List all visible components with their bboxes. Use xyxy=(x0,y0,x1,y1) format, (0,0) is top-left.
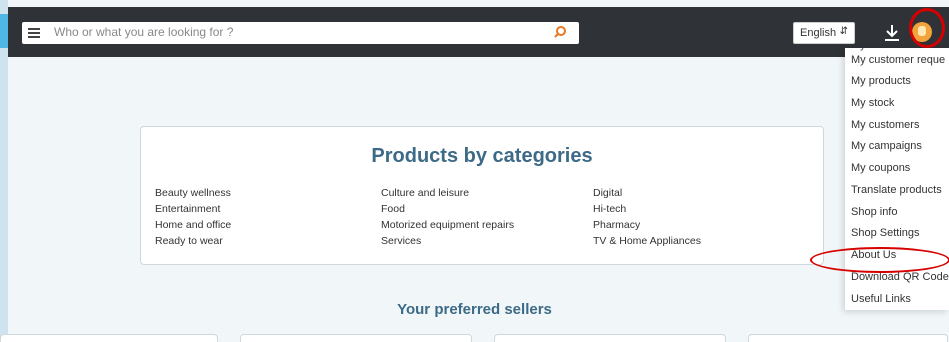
menu-item-translate-products[interactable]: Translate products xyxy=(851,183,942,197)
left-edge-strip xyxy=(0,0,8,342)
category-link[interactable]: Home and office xyxy=(155,217,355,233)
category-link[interactable]: Digital xyxy=(593,185,793,201)
menu-item-my-stock[interactable]: My stock xyxy=(851,96,894,110)
menu-item-my-products[interactable]: My products xyxy=(851,74,911,88)
seller-card[interactable] xyxy=(494,334,726,342)
search-input[interactable]: Who or what you are looking for ? xyxy=(54,25,233,39)
menu-item-my-campaigns[interactable]: My campaigns xyxy=(851,139,922,153)
category-link[interactable]: Ready to wear xyxy=(155,233,355,249)
seller-card[interactable] xyxy=(0,334,218,342)
menu-item-customer-requests[interactable]: My customer reque xyxy=(851,53,945,67)
category-link[interactable]: Entertainment xyxy=(155,201,355,217)
menu-item-shop-settings[interactable]: Shop Settings xyxy=(851,226,920,240)
category-link[interactable]: Services xyxy=(381,233,581,249)
logo-sliver[interactable] xyxy=(0,14,8,48)
category-link[interactable]: Pharmacy xyxy=(593,217,793,233)
language-selected-value: English xyxy=(800,27,837,39)
seller-card[interactable] xyxy=(240,334,472,342)
menu-item-useful-links[interactable]: Useful Links xyxy=(851,292,911,306)
avatar-highlight-circle xyxy=(909,8,945,48)
seller-card[interactable] xyxy=(748,334,948,342)
menu-item-my-coupons[interactable]: My coupons xyxy=(851,161,910,175)
category-link[interactable]: Beauty wellness xyxy=(155,185,355,201)
category-link[interactable]: Culture and leisure xyxy=(381,185,581,201)
category-link[interactable]: Hi-tech xyxy=(593,201,793,217)
hamburger-menu-icon[interactable] xyxy=(26,26,42,40)
menu-item-my-customers[interactable]: My customers xyxy=(851,118,919,132)
category-link[interactable]: Food xyxy=(381,201,581,217)
search-bar: Who or what you are looking for ? xyxy=(22,22,579,44)
top-navigation-bar: Who or what you are looking for ? Englis… xyxy=(8,7,949,57)
categories-title: Products by categories xyxy=(371,145,593,167)
language-select[interactable]: English ⇵ xyxy=(793,22,855,44)
categories-card: Products by categories Beauty wellness E… xyxy=(140,126,824,265)
download-icon[interactable] xyxy=(884,24,900,42)
shop-settings-highlight-circle xyxy=(810,247,949,273)
select-arrows-icon: ⇵ xyxy=(839,26,848,37)
category-link[interactable]: Motorized equipment repairs xyxy=(381,217,581,233)
category-column-3: Digital Hi-tech Pharmacy TV & Home Appli… xyxy=(593,185,793,249)
category-column-2: Culture and leisure Food Motorized equip… xyxy=(381,185,581,249)
menu-item-shop-info[interactable]: Shop info xyxy=(851,205,897,219)
search-icon[interactable] xyxy=(553,25,567,39)
category-link[interactable]: TV & Home Appliances xyxy=(593,233,793,249)
preferred-sellers-title: Your preferred sellers xyxy=(397,301,552,318)
category-column-1: Beauty wellness Entertainment Home and o… xyxy=(155,185,355,249)
